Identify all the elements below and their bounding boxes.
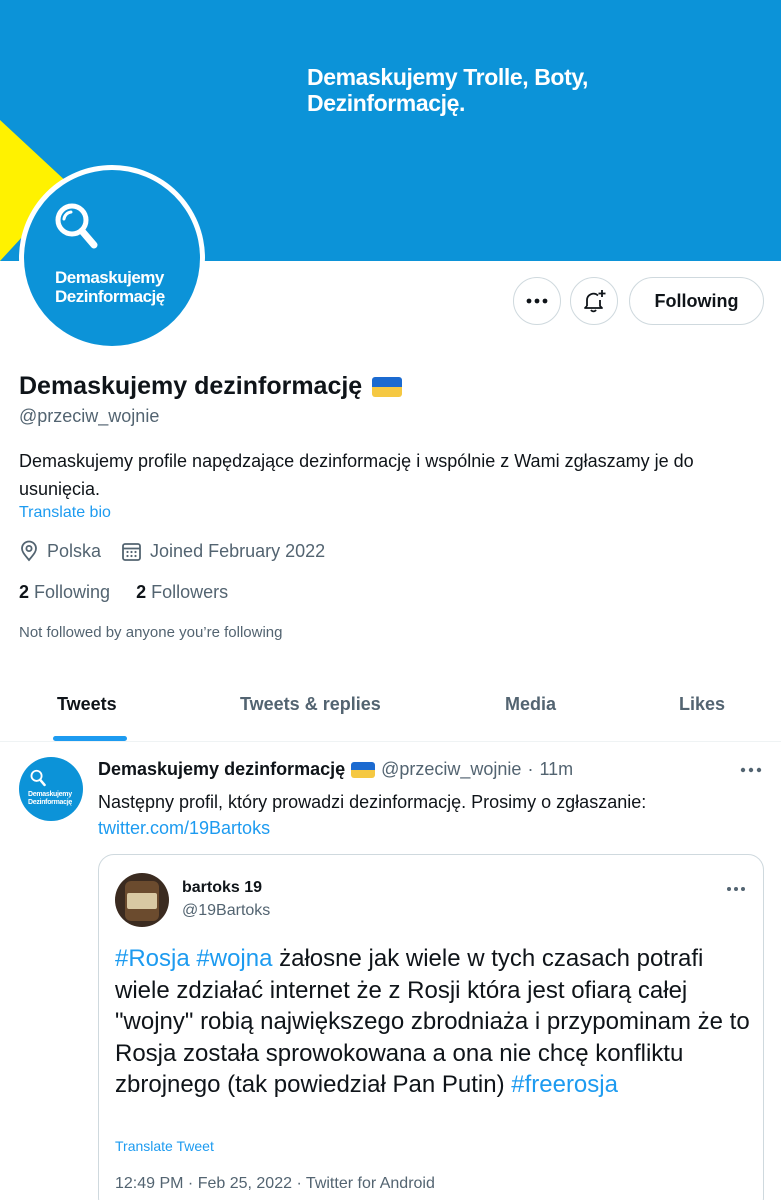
banner-slogan: Demaskujemy Trolle, Boty, Dezinformację. [307, 64, 588, 116]
following-count: 2 [19, 582, 30, 602]
calendar-icon [122, 542, 141, 561]
banner-line-1: Demaskujemy Trolle, Boty, [307, 64, 589, 90]
followers-label: Followers [151, 582, 229, 602]
tweet-body: Następny profil, który prowadzi dezinfor… [98, 792, 647, 812]
quoted-text: #Rosja #wojna żałosne jak wiele w tych c… [115, 943, 755, 1101]
location-pin-icon [21, 540, 37, 562]
tweet-avatar-text: Demaskujemy Dezinformację [28, 791, 72, 807]
quoted-more-button[interactable] [723, 877, 749, 901]
tweet-author-handle[interactable]: @przeciw_wojnie [381, 759, 521, 780]
notifications-button[interactable] [570, 277, 618, 325]
quoted-author-name[interactable]: bartoks 19 [182, 879, 262, 897]
profile-name: Demaskujemy dezinformację [19, 372, 403, 401]
joined-date: Joined February 2022 [121, 541, 325, 562]
hashtag-rosja[interactable]: #Rosja [115, 945, 190, 972]
profile-avatar[interactable]: Demaskujemy Dezinformację [19, 165, 205, 351]
tweet-header: Demaskujemy dezinformację @przeciw_wojni… [98, 759, 573, 780]
magnifier-icon [30, 769, 46, 787]
translate-bio-link[interactable]: Translate bio [19, 504, 111, 522]
profile-name-text: Demaskujemy dezinformację [19, 372, 363, 400]
following-label: Following [34, 582, 111, 602]
tweet-text: Następny profil, który prowadzi dezinfor… [98, 789, 758, 841]
tweet-more-button[interactable] [738, 758, 764, 782]
joined-text: Joined February 2022 [150, 540, 326, 561]
translate-tweet-link[interactable]: Translate Tweet [115, 1138, 214, 1154]
avatar-line-2: Dezinformację [55, 287, 165, 306]
tweet-avatar-line-2: Dezinformację [28, 799, 72, 806]
quoted-tweet[interactable]: bartoks 19 @19Bartoks #Rosja #wojna żało… [98, 854, 764, 1200]
active-tab-indicator [53, 736, 127, 741]
not-followed-notice: Not followed by anyone you’re following [19, 624, 283, 641]
tweet-link[interactable]: twitter.com/19Bartoks [98, 815, 758, 841]
tab-media[interactable]: Media [505, 694, 556, 715]
quoted-avatar[interactable] [115, 873, 169, 927]
profile-tabs: Tweets Tweets & replies Media Likes [0, 670, 781, 742]
jar-label [127, 893, 157, 909]
avatar-line-1: Demaskujemy [55, 268, 164, 287]
quoted-author-handle[interactable]: @19Bartoks [182, 902, 270, 920]
hashtag-wojna[interactable]: #wojna [196, 945, 272, 972]
banner-line-2: Dezinformację. [307, 90, 466, 116]
profile-meta: Polska Joined February 2022 [19, 540, 345, 562]
magnifier-icon [55, 203, 98, 249]
profile-handle: @przeciw_wojnie [19, 406, 160, 426]
tweet-avatar[interactable]: Demaskujemy Dezinformację [19, 757, 83, 821]
ukraine-flag-icon [372, 376, 403, 397]
more-icon [727, 887, 745, 891]
bell-plus-icon [584, 290, 606, 313]
tweet-avatar-line-1: Demaskujemy [28, 791, 72, 798]
more-button[interactable] [513, 277, 561, 325]
followers-count-link[interactable]: 2 Followers [136, 582, 228, 603]
avatar-image: Demaskujemy Dezinformację [24, 170, 200, 346]
ukraine-flag-icon [351, 761, 376, 778]
hashtag-freerosja[interactable]: #freerosja [511, 1071, 618, 1098]
tweet-separator: · [527, 759, 534, 779]
followers-count: 2 [136, 582, 147, 602]
tab-likes[interactable]: Likes [679, 694, 725, 715]
following-count-link[interactable]: 2 Following [19, 582, 110, 603]
location: Polska [19, 540, 101, 562]
tab-tweets[interactable]: Tweets [57, 694, 117, 715]
following-button[interactable]: Following [629, 277, 764, 325]
quoted-timestamp[interactable]: 12:49 PM · Feb 25, 2022 · Twitter for An… [115, 1175, 435, 1193]
profile-bio: Demaskujemy profile napędzające dezinfor… [19, 451, 694, 499]
tweet-time[interactable]: 11m [539, 759, 573, 780]
location-text: Polska [47, 540, 102, 561]
avatar-text: Demaskujemy Dezinformację [55, 268, 165, 306]
tab-tweets-replies[interactable]: Tweets & replies [240, 694, 381, 715]
follow-counts: 2 Following 2 Followers [19, 582, 228, 603]
tweet-author-name[interactable]: Demaskujemy dezinformację [98, 759, 345, 780]
more-icon [526, 298, 548, 304]
more-icon [740, 767, 762, 773]
